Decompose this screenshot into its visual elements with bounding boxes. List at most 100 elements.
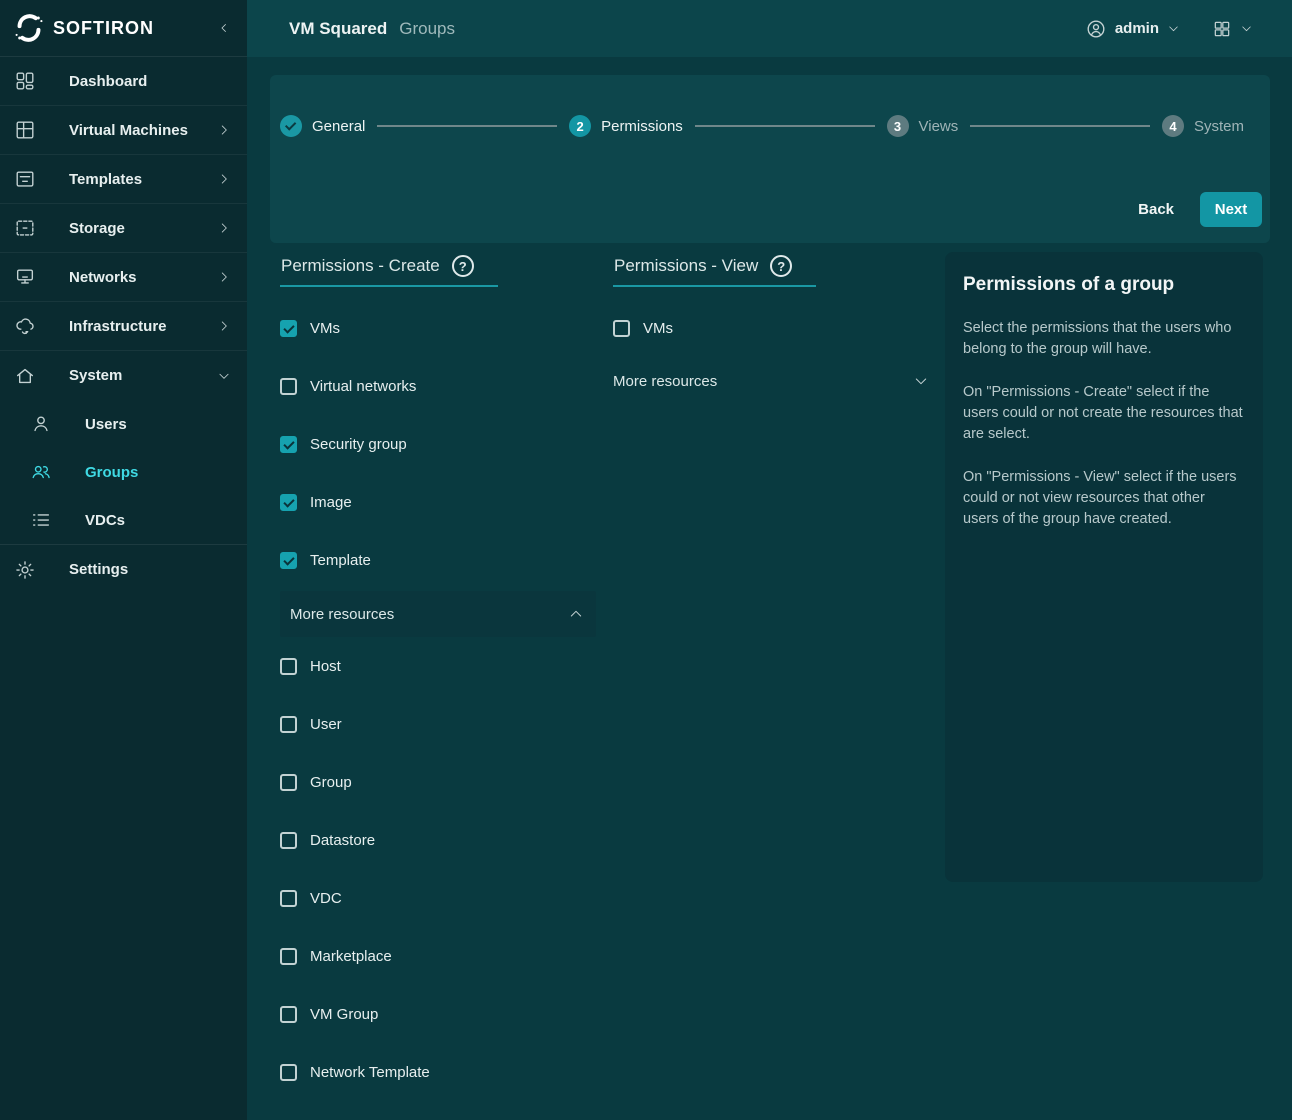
checkbox[interactable] bbox=[280, 890, 297, 907]
sidebar-item-label: Infrastructure bbox=[69, 318, 167, 335]
checkbox[interactable] bbox=[280, 716, 297, 733]
back-button[interactable]: Back bbox=[1138, 201, 1174, 218]
checkbox-label: VDC bbox=[310, 890, 342, 907]
sidebar-item-label: Settings bbox=[69, 561, 128, 578]
next-button[interactable]: Next bbox=[1200, 192, 1262, 227]
permissions-view-header: Permissions - View bbox=[613, 252, 816, 287]
checkbox-label: Security group bbox=[310, 436, 407, 453]
step-permissions[interactable]: 2 Permissions bbox=[569, 115, 683, 137]
checkbox[interactable] bbox=[280, 552, 297, 569]
templates-icon bbox=[14, 168, 36, 190]
step-number: 2 bbox=[569, 115, 591, 137]
info-paragraph: On "Permissions - Create" select if the … bbox=[963, 382, 1243, 445]
page-title: Groups bbox=[399, 19, 455, 39]
checkbox[interactable] bbox=[280, 832, 297, 849]
brand-name: SOFTIRON bbox=[53, 18, 154, 39]
app-title: VM Squared bbox=[289, 19, 387, 39]
sidebar-item-label: Storage bbox=[69, 220, 125, 237]
step-system[interactable]: 4 System bbox=[1162, 115, 1244, 137]
checkbox[interactable] bbox=[280, 658, 297, 675]
permission-row-marketplace[interactable]: Marketplace bbox=[280, 927, 596, 985]
permissions-create-header: Permissions - Create bbox=[280, 252, 498, 287]
step-done-check-icon bbox=[280, 115, 302, 137]
sidebar-item-networks[interactable]: Networks bbox=[0, 253, 247, 302]
chevron-right-icon bbox=[217, 221, 231, 235]
networks-icon bbox=[14, 266, 36, 288]
sidebar-item-users[interactable]: Users bbox=[0, 400, 247, 448]
column-title: Permissions - Create bbox=[281, 256, 440, 276]
settings-gear-icon bbox=[14, 559, 36, 581]
step-number: 3 bbox=[887, 115, 909, 137]
permission-row-host[interactable]: Host bbox=[280, 637, 596, 695]
checkbox[interactable] bbox=[280, 494, 297, 511]
permission-row-vms[interactable]: VMs bbox=[280, 299, 596, 357]
checkbox-label: VMs bbox=[643, 320, 673, 337]
permission-row-security-group[interactable]: Security group bbox=[280, 415, 596, 473]
permission-row-network-template[interactable]: Network Template bbox=[280, 1043, 596, 1101]
users-icon bbox=[30, 413, 52, 435]
sidebar-item-storage[interactable]: Storage bbox=[0, 204, 247, 253]
chevron-down-icon bbox=[217, 369, 231, 383]
sidebar-item-dashboard[interactable]: Dashboard bbox=[0, 57, 247, 106]
sidebar-item-vdcs[interactable]: VDCs bbox=[0, 496, 247, 544]
permission-row-virtual-networks[interactable]: Virtual networks bbox=[280, 357, 596, 415]
apps-grid-icon bbox=[1212, 19, 1232, 39]
checkbox[interactable] bbox=[280, 378, 297, 395]
sidebar-item-templates[interactable]: Templates bbox=[0, 155, 247, 204]
sidebar-item-settings[interactable]: Settings bbox=[0, 545, 247, 594]
permission-row-group[interactable]: Group bbox=[280, 753, 596, 811]
checkbox[interactable] bbox=[280, 320, 297, 337]
groups-icon bbox=[30, 461, 52, 483]
more-resources-toggle-create[interactable]: More resources bbox=[280, 591, 596, 637]
info-paragraph: Select the permissions that the users wh… bbox=[963, 318, 1243, 360]
permission-row-vdc[interactable]: VDC bbox=[280, 869, 596, 927]
more-resources-toggle-view[interactable]: More resources bbox=[613, 357, 933, 405]
apps-menu[interactable] bbox=[1212, 19, 1253, 39]
help-icon[interactable] bbox=[770, 255, 792, 277]
checkbox[interactable] bbox=[280, 1064, 297, 1081]
permission-row-vms-view[interactable]: VMs bbox=[613, 299, 933, 357]
step-connector bbox=[970, 125, 1150, 127]
checkbox[interactable] bbox=[280, 774, 297, 791]
sidebar-item-label: Users bbox=[85, 416, 127, 433]
checkbox[interactable] bbox=[280, 948, 297, 965]
sidebar-item-label: Templates bbox=[69, 171, 142, 188]
step-connector bbox=[377, 125, 557, 127]
user-menu[interactable]: admin bbox=[1085, 18, 1180, 40]
checkbox[interactable] bbox=[280, 1006, 297, 1023]
checkbox-label: Network Template bbox=[310, 1064, 430, 1081]
checkbox-label: Datastore bbox=[310, 832, 375, 849]
sidebar-collapse-icon[interactable] bbox=[217, 21, 231, 35]
storage-icon bbox=[14, 217, 36, 239]
chevron-down-icon bbox=[1167, 22, 1180, 35]
sidebar-item-groups[interactable]: Groups bbox=[0, 448, 247, 496]
permission-row-image[interactable]: Image bbox=[280, 473, 596, 531]
sidebar-item-label: Groups bbox=[85, 464, 138, 481]
sidebar-item-label: System bbox=[69, 367, 122, 384]
sidebar-item-label: Networks bbox=[69, 269, 137, 286]
permission-row-user[interactable]: User bbox=[280, 695, 596, 753]
column-title: Permissions - View bbox=[614, 256, 758, 276]
sidebar-item-system[interactable]: System bbox=[0, 351, 247, 400]
checkbox[interactable] bbox=[280, 436, 297, 453]
user-name: admin bbox=[1115, 20, 1159, 37]
more-resources-label: More resources bbox=[290, 606, 394, 623]
step-label: System bbox=[1194, 118, 1244, 135]
checkbox-label: User bbox=[310, 716, 342, 733]
step-views[interactable]: 3 Views bbox=[887, 115, 959, 137]
permission-row-vm-group[interactable]: VM Group bbox=[280, 985, 596, 1043]
checkbox-label: Marketplace bbox=[310, 948, 392, 965]
infrastructure-icon bbox=[14, 315, 36, 337]
sidebar-item-virtual-machines[interactable]: Virtual Machines bbox=[0, 106, 247, 155]
chevron-right-icon bbox=[217, 319, 231, 333]
checkbox[interactable] bbox=[613, 320, 630, 337]
step-label: General bbox=[312, 118, 365, 135]
help-icon[interactable] bbox=[452, 255, 474, 277]
step-number: 4 bbox=[1162, 115, 1184, 137]
sidebar-item-infrastructure[interactable]: Infrastructure bbox=[0, 302, 247, 351]
step-general[interactable]: General bbox=[280, 115, 365, 137]
permission-row-template[interactable]: Template bbox=[280, 531, 596, 589]
sidebar: SOFTIRON Dashboard Virtual Machines bbox=[0, 0, 247, 1120]
permission-row-datastore[interactable]: Datastore bbox=[280, 811, 596, 869]
softiron-logo-icon bbox=[13, 12, 45, 44]
